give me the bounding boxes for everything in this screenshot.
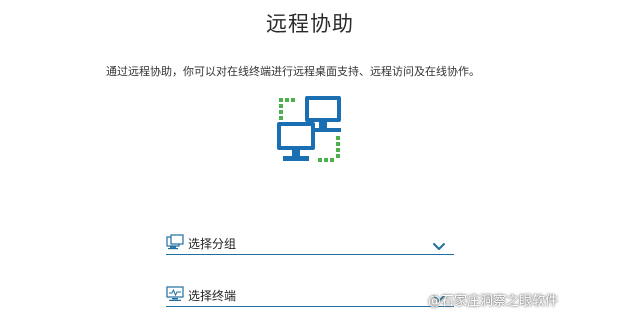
front-computer-icon <box>277 122 315 161</box>
group-icon <box>166 234 184 250</box>
page-title: 远程协助 <box>266 12 354 36</box>
group-select[interactable]: 选择分组 <box>166 232 454 255</box>
watermark: @石家庄洞察之眼软件 <box>428 294 559 309</box>
group-select-label: 选择分组 <box>188 237 237 251</box>
remote-desktop-computers-icon <box>274 94 346 166</box>
terminal-select[interactable]: 选择终端 <box>166 284 454 307</box>
chevron-down-icon[interactable] <box>432 237 446 250</box>
remote-assist-page: 远程协助 通过远程协助，你可以对在线终端进行远程桌面支持、远程访问及在线协作。 <box>0 0 644 323</box>
terminal-icon <box>166 286 184 302</box>
terminal-select-label: 选择终端 <box>188 289 237 303</box>
page-description: 通过远程协助，你可以对在线终端进行远程桌面支持、远程访问及在线协作。 <box>106 65 480 78</box>
